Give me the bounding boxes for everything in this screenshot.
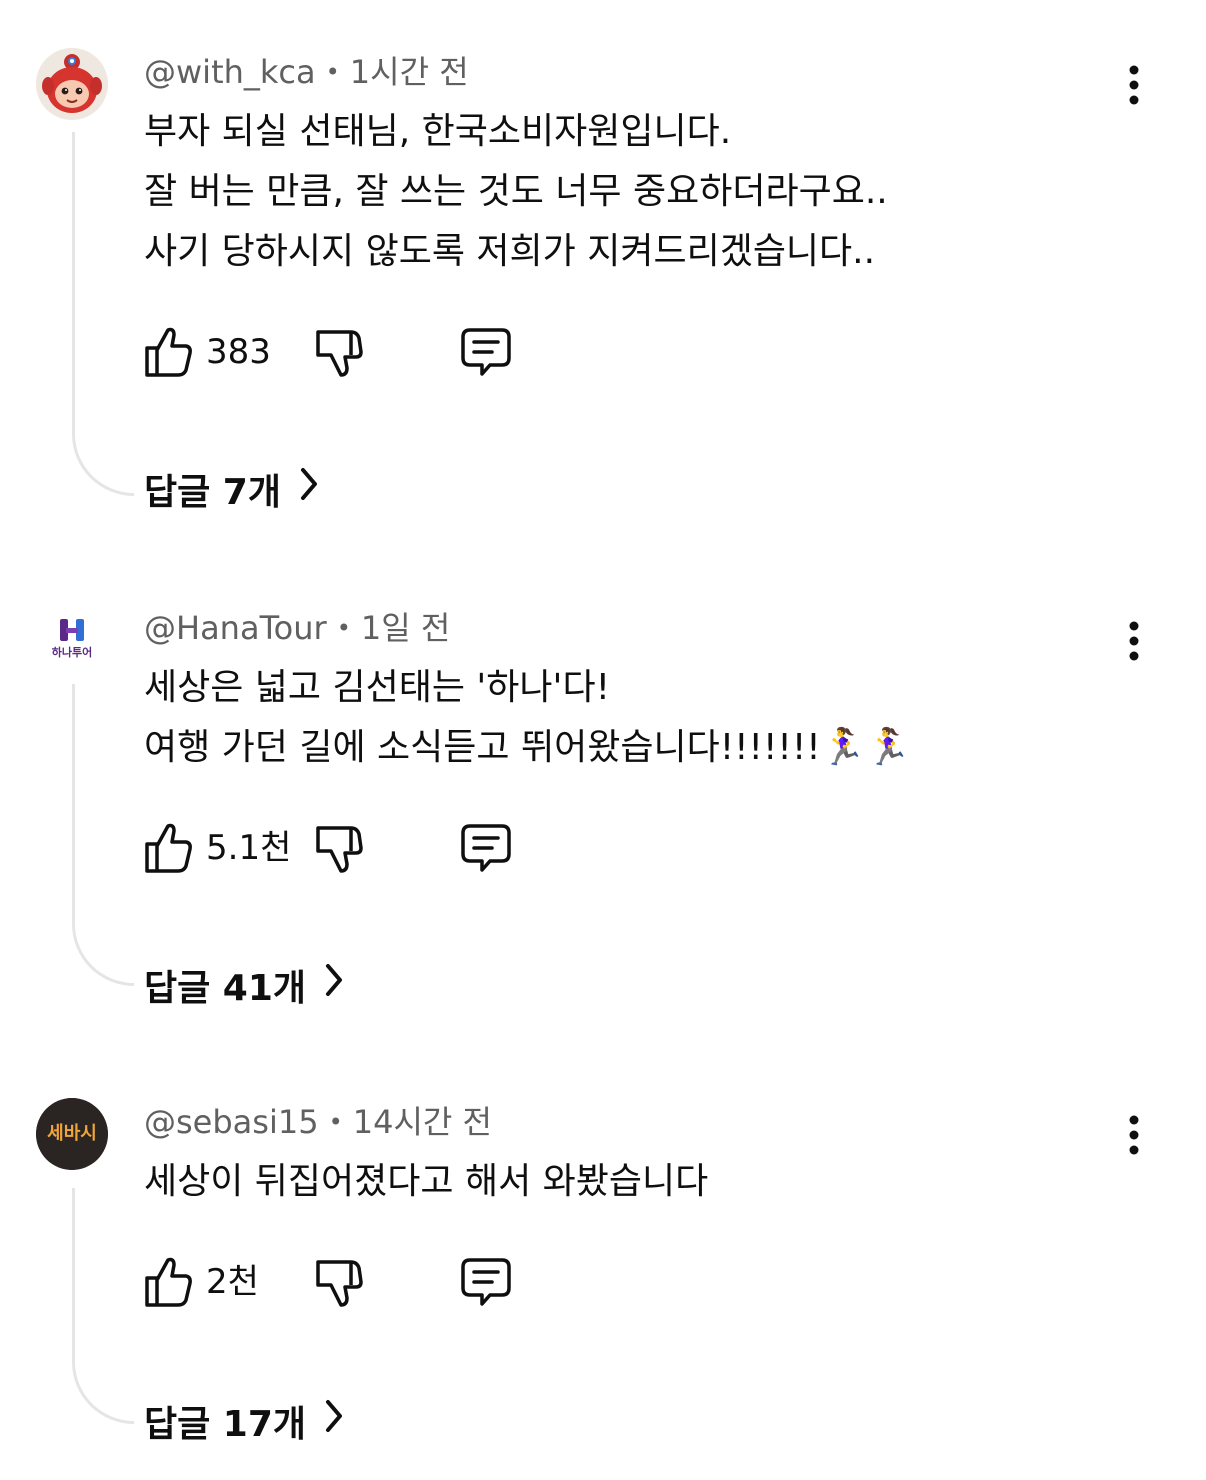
comment-actions: 5.1천: [144, 820, 564, 876]
comment-line: 여행 가던 길에 소식듣고 뛰어왔습니다!!!!!!!🏃‍♀️🏃‍♀️: [144, 727, 911, 768]
replies-label: 답글 17개: [144, 1404, 306, 1445]
thumbs-up-icon: [145, 823, 192, 873]
view-replies-button[interactable]: 답글 17개: [144, 1400, 344, 1450]
like-button[interactable]: 5.1천: [144, 820, 294, 876]
comment-text: 부자 되실 선태님, 한국소비자원입니다. 잘 버는 만큼, 잘 쓰는 것도 너…: [144, 102, 1104, 282]
author-handle[interactable]: @with_kca: [144, 53, 316, 91]
reply-button[interactable]: [460, 324, 512, 380]
comment-meta: @HanaTour • 1일 전: [144, 608, 450, 651]
thumbs-down-icon: [316, 330, 363, 377]
dislike-button[interactable]: [314, 324, 364, 380]
mascot-avatar-icon: [36, 48, 108, 120]
comment-hanatour: 하나투어 @HanaTour • 1일 전 세상은 넓고 김선태는 '하나'다! 여…: [0, 596, 1206, 1066]
more-options-button[interactable]: [1114, 60, 1154, 110]
view-replies-button[interactable]: 답글 7개: [144, 468, 319, 518]
like-button[interactable]: 2천: [144, 1254, 284, 1310]
comment-sebasi15: 세바시 @sebasi15 • 14시간 전 세상이 뒤집어졌다고 해서 와봤습니다…: [0, 1096, 1206, 1480]
comment-text: 세상은 넓고 김선태는 '하나'다! 여행 가던 길에 소식듣고 뛰어왔습니다!…: [144, 658, 1104, 778]
comment-actions: 383: [144, 324, 564, 380]
comment-line: 부자 되실 선태님, 한국소비자원입니다.: [144, 111, 732, 152]
thread-line: [72, 684, 134, 986]
dislike-button[interactable]: [314, 820, 364, 876]
avatar-logo-text: 하나투어: [51, 646, 93, 659]
comment-meta: @with_kca • 1시간 전: [144, 52, 469, 95]
comment-time: 1일 전: [360, 609, 451, 647]
author-handle[interactable]: @HanaTour: [144, 609, 327, 647]
comment-time: 1시간 전: [349, 53, 469, 91]
like-count: 5.1천: [206, 828, 292, 868]
comment-line: 세상은 넓고 김선태는 '하나'다!: [144, 667, 610, 708]
avatar[interactable]: [36, 48, 108, 120]
thumbs-up-icon: [145, 327, 192, 377]
author-handle[interactable]: @sebasi15: [144, 1103, 319, 1141]
reply-button[interactable]: [460, 1254, 512, 1310]
separator-dot: •: [336, 614, 351, 642]
reply-button[interactable]: [460, 820, 512, 876]
chevron-right-icon: [324, 1397, 344, 1447]
like-count: 2천: [206, 1262, 259, 1302]
comment-text: 세상이 뒤집어졌다고 해서 와봤습니다: [144, 1152, 1104, 1212]
comment-line: 사기 당하시지 않도록 저희가 지켜드리겠습니다..: [144, 231, 876, 272]
thread-line: [72, 1188, 134, 1424]
separator-dot: •: [325, 58, 340, 86]
replies-label: 답글 7개: [144, 472, 281, 513]
dislike-button[interactable]: [314, 1254, 364, 1310]
like-count: 383: [206, 332, 271, 372]
more-vert-icon: [1129, 1115, 1139, 1155]
thumbs-up-icon: [145, 1257, 192, 1307]
more-options-button[interactable]: [1114, 616, 1154, 666]
more-vert-icon: [1129, 621, 1139, 661]
comment-time: 14시간 전: [352, 1103, 492, 1141]
more-options-button[interactable]: [1114, 1110, 1154, 1160]
comment-icon: [461, 328, 511, 376]
thumbs-down-icon: [316, 1260, 363, 1307]
comment-with-kca: @with_kca • 1시간 전 부자 되실 선태님, 한국소비자원입니다. 잘 …: [0, 0, 1206, 560]
comment-meta: @sebasi15 • 14시간 전: [144, 1102, 492, 1145]
chevron-right-icon: [324, 961, 344, 1011]
thumbs-down-icon: [316, 826, 363, 873]
comment-icon: [461, 824, 511, 872]
replies-label: 답글 41개: [144, 968, 306, 1009]
chevron-right-icon: [299, 465, 319, 515]
thread-line: [72, 132, 134, 496]
separator-dot: •: [328, 1108, 343, 1136]
comment-icon: [461, 1258, 511, 1306]
comment-actions: 2천: [144, 1254, 564, 1310]
avatar-logo-text: 세바시: [47, 1123, 97, 1144]
like-button[interactable]: 383: [144, 324, 284, 380]
comment-line: 잘 버는 만큼, 잘 쓰는 것도 너무 중요하더라구요..: [144, 171, 888, 212]
more-vert-icon: [1129, 65, 1139, 105]
comment-line: 세상이 뒤집어졌다고 해서 와봤습니다: [144, 1161, 709, 1202]
view-replies-button[interactable]: 답글 41개: [144, 964, 344, 1014]
